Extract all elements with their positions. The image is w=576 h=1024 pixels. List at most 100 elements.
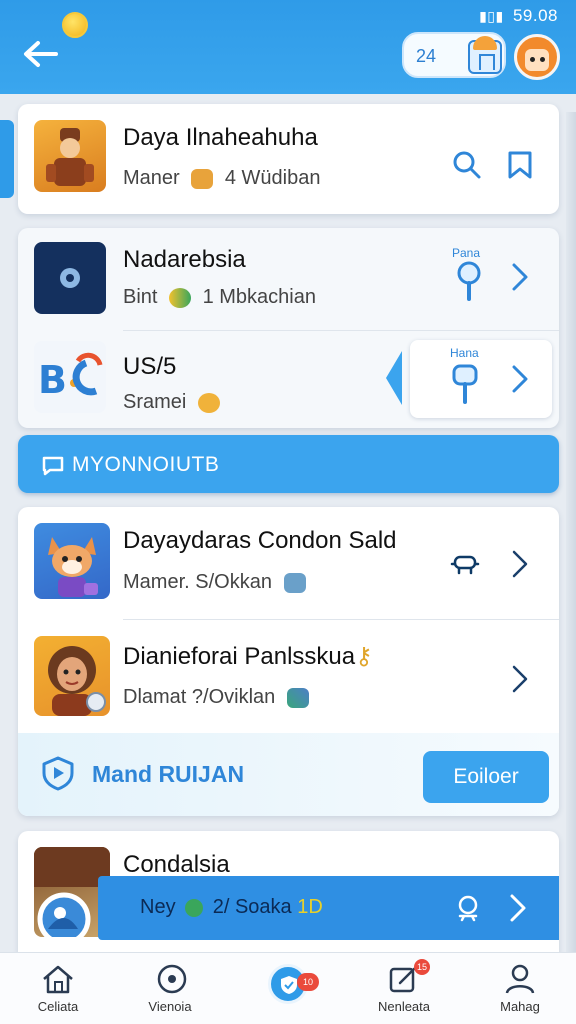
nav-item-explore[interactable]: Vienoia	[122, 953, 218, 1024]
avatar-eye	[530, 57, 535, 62]
item-title-text: Dianieforai Panlsskua	[123, 643, 356, 670]
avatar-face	[525, 49, 549, 71]
game-thumbnail	[34, 242, 106, 314]
item-subtitle: Sramei	[123, 391, 226, 414]
list-card[interactable]: Daya Ilnaheahuha Maner 4 Wüdiban	[18, 104, 559, 214]
item-meta-tail: 1D	[297, 896, 323, 918]
game-thumbnail: B	[34, 341, 106, 413]
item-meta-right: 4 Wüdiban	[224, 167, 321, 189]
pin-icon	[452, 364, 478, 404]
tooltip-arrow-icon	[386, 351, 402, 405]
key-icon: ⚷	[355, 643, 373, 670]
game-thumbnail	[34, 523, 110, 599]
play-shield-icon	[42, 756, 74, 791]
action-caption: Pana	[452, 246, 481, 260]
item-subtitle: Ney 2/ Soaka 1D	[140, 896, 323, 919]
item-title: Daya Ilnaheahuha	[123, 124, 318, 151]
item-meta-left: Ney	[140, 896, 176, 918]
tools-icon	[286, 687, 309, 708]
list-item[interactable]: B US/5 Sramei Hana	[18, 331, 559, 428]
follow-button[interactable]: Eoiloer	[423, 751, 549, 803]
robot-icon	[450, 555, 480, 575]
fox-character-icon	[48, 537, 98, 597]
item-meta: Mamer. S/Okkan	[123, 571, 272, 593]
store-icon[interactable]	[468, 36, 502, 74]
status-time: 59.08	[512, 6, 558, 25]
item-subtitle: Maner 4 Wüdiban	[123, 167, 320, 190]
list-item[interactable]: Dianieforai Panlsskua⚷ Dlamat ?/Oviklan	[18, 620, 559, 733]
coin-icon	[62, 12, 88, 38]
character-icon	[46, 128, 94, 186]
home-icon	[43, 965, 73, 994]
chevron-right-icon	[512, 365, 528, 393]
nav-label: Vienoia	[148, 999, 192, 1014]
bookmark-button[interactable]	[506, 150, 534, 185]
leaf-icon	[169, 287, 192, 308]
list-card: Dayaydaras Condon Sald Mamer. S/Okkan Di…	[18, 507, 559, 816]
banner-label: MYONNOIUTB	[72, 453, 220, 476]
pin-icon	[457, 261, 481, 301]
nav-label: Celiata	[37, 999, 79, 1014]
emoji-icon	[197, 392, 220, 413]
section-banner-button[interactable]: MYONNOIUTB	[18, 435, 559, 493]
item-meta-left: Sramei	[123, 391, 187, 413]
letters-logo-icon: B	[38, 352, 103, 402]
chevron-right-icon	[512, 665, 528, 693]
avatar-eye	[540, 57, 545, 62]
chevron-right-icon[interactable]	[508, 893, 528, 923]
row-chevron[interactable]	[510, 549, 530, 584]
action-caption: Hana	[450, 346, 479, 360]
bookmark-icon	[508, 151, 532, 179]
coin-store-pill[interactable]: 24	[402, 32, 506, 78]
item-meta-left: Bint	[123, 286, 158, 308]
nav-item-notifications[interactable]: 15 Nenleata	[356, 953, 452, 1024]
action-popover[interactable]: Hana	[410, 340, 552, 418]
list-item[interactable]: Dayaydaras Condon Sald Mamer. S/Okkan	[18, 507, 559, 620]
svg-text:B: B	[38, 358, 67, 402]
item-meta: Dlamat ?/Oviklan	[123, 686, 276, 708]
message-icon	[42, 456, 64, 476]
box-icon	[283, 572, 306, 593]
robot-button[interactable]	[450, 553, 480, 582]
target-icon	[157, 964, 187, 994]
row-chevron[interactable]	[510, 364, 530, 399]
center-action-button[interactable]: 10	[268, 964, 319, 1004]
search-button[interactable]	[452, 150, 482, 185]
status-bar: ▮▯▮ 59.08	[479, 6, 558, 26]
status-dot-icon	[185, 898, 204, 917]
list-item[interactable]: Nadarebsia Bint 1 Mbkachian Pana	[18, 228, 559, 331]
shield-check-icon	[281, 976, 297, 994]
item-meta-mid: 2/ Soaka	[212, 896, 292, 918]
nav-item-profile[interactable]: Mahag	[472, 953, 568, 1024]
item-title: Nadarebsia	[123, 246, 246, 273]
scroll-track[interactable]	[566, 112, 576, 952]
active-indicator	[0, 120, 14, 198]
list-card: Nadarebsia Bint 1 Mbkachian Pana B US/5 …	[18, 228, 559, 428]
item-subtitle: Dlamat ?/Oviklan	[123, 686, 315, 709]
item-subtitle: Bint 1 Mbkachian	[123, 286, 316, 309]
item-subtitle: Mamer. S/Okkan	[123, 571, 312, 594]
nav-label: Nenleata	[377, 999, 431, 1014]
nav-label: Mahag	[500, 999, 540, 1014]
robot-icon[interactable]	[454, 894, 484, 922]
item-meta-right: 1 Mbkachian	[202, 286, 316, 308]
avatar[interactable]	[514, 34, 560, 80]
row-chevron[interactable]	[510, 664, 530, 699]
follow-strip: Mand RUIJAN Eoiloer	[18, 733, 559, 816]
pin-button[interactable]	[450, 362, 480, 411]
app-header: ▮▯▮ 59.08 24	[0, 0, 576, 94]
girl-character-icon	[48, 646, 106, 716]
list-card[interactable]: Condalsia Ney 2/ Soaka 1D	[18, 831, 559, 953]
pin-button[interactable]	[454, 260, 484, 307]
item-title: US/5	[123, 353, 177, 380]
arrow-left-icon	[24, 41, 58, 67]
game-thumbnail	[34, 120, 106, 192]
notification-badge: 15	[414, 959, 430, 975]
item-title: Dayaydaras Condon Sald	[123, 527, 397, 554]
row-chevron[interactable]	[510, 262, 530, 297]
strip-label: Mand RUIJAN	[92, 761, 245, 787]
back-button[interactable]	[18, 34, 62, 74]
nav-item-home[interactable]: Celiata	[10, 953, 106, 1024]
disc-icon	[60, 268, 80, 288]
highlighted-row[interactable]: Ney 2/ Soaka 1D	[98, 876, 559, 940]
